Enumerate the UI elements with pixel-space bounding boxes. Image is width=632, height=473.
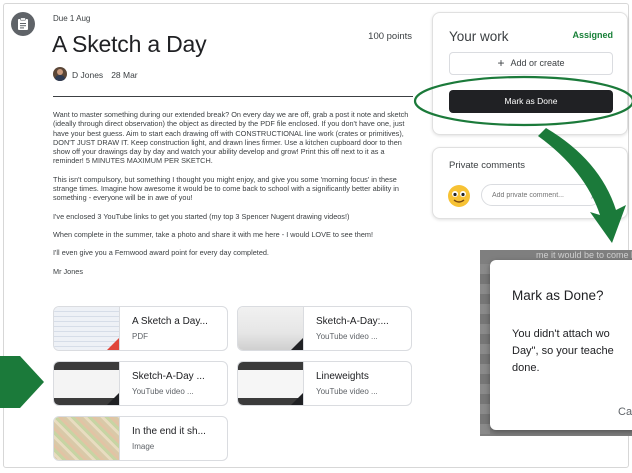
your-work-title: Your work — [449, 29, 509, 44]
header-divider — [53, 96, 413, 97]
author-avatar — [53, 67, 67, 81]
instruction-paragraph: This isn't compulsory, but something I t… — [53, 174, 399, 203]
add-or-create-button[interactable]: + Add or create — [449, 52, 613, 75]
attachment-name: In the end it sh... — [132, 426, 206, 437]
attachment-type: YouTube video ... — [132, 387, 194, 396]
mark-as-done-button[interactable]: Mark as Done — [449, 90, 613, 113]
dialog-title: Mark as Done? — [512, 288, 604, 303]
user-avatar-icon — [448, 185, 470, 207]
attachment-pdf[interactable]: A Sketch a Day... PDF — [53, 306, 228, 351]
attachment-name: Sketch-A-Day:... — [316, 316, 389, 327]
pdf-thumbnail — [54, 307, 120, 350]
plus-icon: + — [497, 56, 505, 70]
attachment-video-2[interactable]: Sketch-A-Day ... YouTube video ... — [53, 361, 228, 406]
attachment-type: PDF — [132, 332, 148, 341]
post-date: 28 Mar — [111, 70, 138, 80]
background-strip — [480, 264, 490, 434]
instruction-paragraph: I've enclosed 3 YouTube links to get you… — [53, 211, 350, 221]
your-work-card: Your work Assigned + Add or create Mark a… — [432, 12, 628, 135]
add-or-create-label: Add or create — [510, 58, 565, 68]
classroom-assignment-screenshot: Due 1 Aug A Sketch a Day 100 points D Jo… — [0, 0, 632, 473]
video-thumbnail — [238, 362, 304, 405]
instruction-paragraph: I'll even give you a Fernwood award poin… — [53, 248, 269, 258]
attachment-type: YouTube video ... — [316, 387, 378, 396]
attachment-name: A Sketch a Day... — [132, 316, 208, 327]
background-text: me it would be to come back — [536, 250, 632, 260]
author-line: D Jones 28 Mar — [72, 70, 138, 80]
dialog-cancel-button[interactable]: Ca — [618, 406, 632, 418]
assignment-icon — [11, 12, 35, 36]
author-name: D Jones — [72, 70, 104, 80]
attachment-name: Lineweights — [316, 371, 369, 382]
instruction-paragraph: Want to master something during our exte… — [53, 110, 409, 166]
points-label: 100 points — [368, 31, 412, 42]
attachment-type: YouTube video ... — [316, 332, 378, 341]
mark-as-done-dialog-screenshot: me it would be to come back Mark as Done… — [480, 250, 632, 436]
private-comment-input[interactable] — [481, 184, 601, 206]
video-thumbnail — [54, 362, 120, 405]
due-date: Due 1 Aug — [53, 14, 91, 23]
private-comments-card: Private comments — [432, 147, 628, 219]
video-thumbnail — [238, 307, 304, 350]
instruction-paragraph: When complete in the summer, take a phot… — [53, 229, 374, 239]
assignment-instructions: Want to master something during our exte… — [53, 110, 413, 285]
send-icon[interactable] — [590, 189, 601, 200]
dialog-message: You didn't attach wo Day", so your teach… — [512, 328, 614, 374]
image-thumbnail — [54, 417, 120, 460]
attachment-video-3[interactable]: Lineweights YouTube video ... — [237, 361, 412, 406]
attachment-video-1[interactable]: Sketch-A-Day:... YouTube video ... — [237, 306, 412, 351]
private-comments-title: Private comments — [449, 160, 526, 171]
instruction-signoff: Mr Jones — [53, 266, 84, 276]
assignment-title: A Sketch a Day — [52, 31, 207, 57]
attachment-image[interactable]: In the end it sh... Image — [53, 416, 228, 461]
attachment-name: Sketch-A-Day ... — [132, 371, 205, 382]
attachment-type: Image — [132, 442, 155, 451]
status-badge: Assigned — [572, 30, 613, 40]
confirm-dialog: Mark as Done? You didn't attach wo Day",… — [490, 260, 632, 430]
